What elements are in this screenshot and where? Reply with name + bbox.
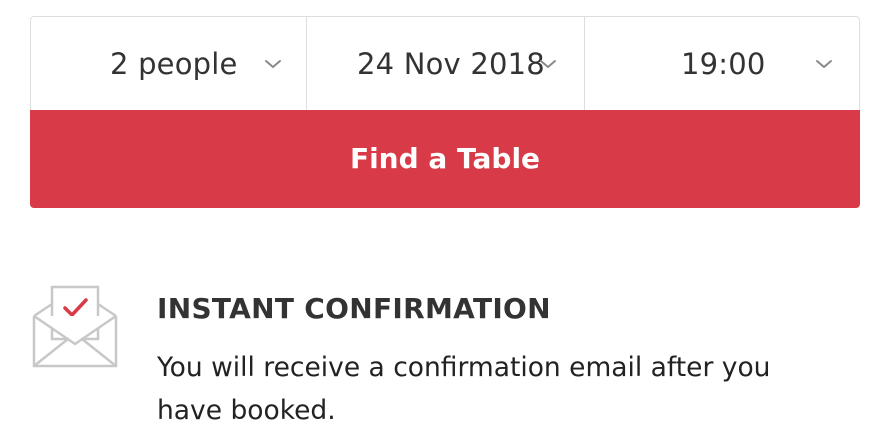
time-value: 19:00 <box>681 47 766 81</box>
booking-widget: 2 people 24 Nov 2018 19:00 Find a Table <box>30 16 860 208</box>
time-select[interactable]: 19:00 <box>585 17 859 110</box>
confirmation-title: INSTANT CONFIRMATION <box>157 292 551 325</box>
party-size-value: 2 people <box>110 47 238 81</box>
confirmation-description: You will receive a confirmation email af… <box>157 352 771 426</box>
booking-selectors: 2 people 24 Nov 2018 19:00 <box>30 16 860 110</box>
chevron-down-icon <box>540 60 556 68</box>
envelope-check-icon <box>32 285 118 368</box>
date-select[interactable]: 24 Nov 2018 <box>307 17 585 110</box>
chevron-down-icon <box>265 60 281 68</box>
instant-confirmation: INSTANT CONFIRMATION You will receive a … <box>30 282 870 432</box>
find-table-button[interactable]: Find a Table <box>30 110 860 208</box>
chevron-down-icon <box>816 60 832 68</box>
party-size-select[interactable]: 2 people <box>31 17 307 110</box>
date-value: 24 Nov 2018 <box>357 47 545 81</box>
